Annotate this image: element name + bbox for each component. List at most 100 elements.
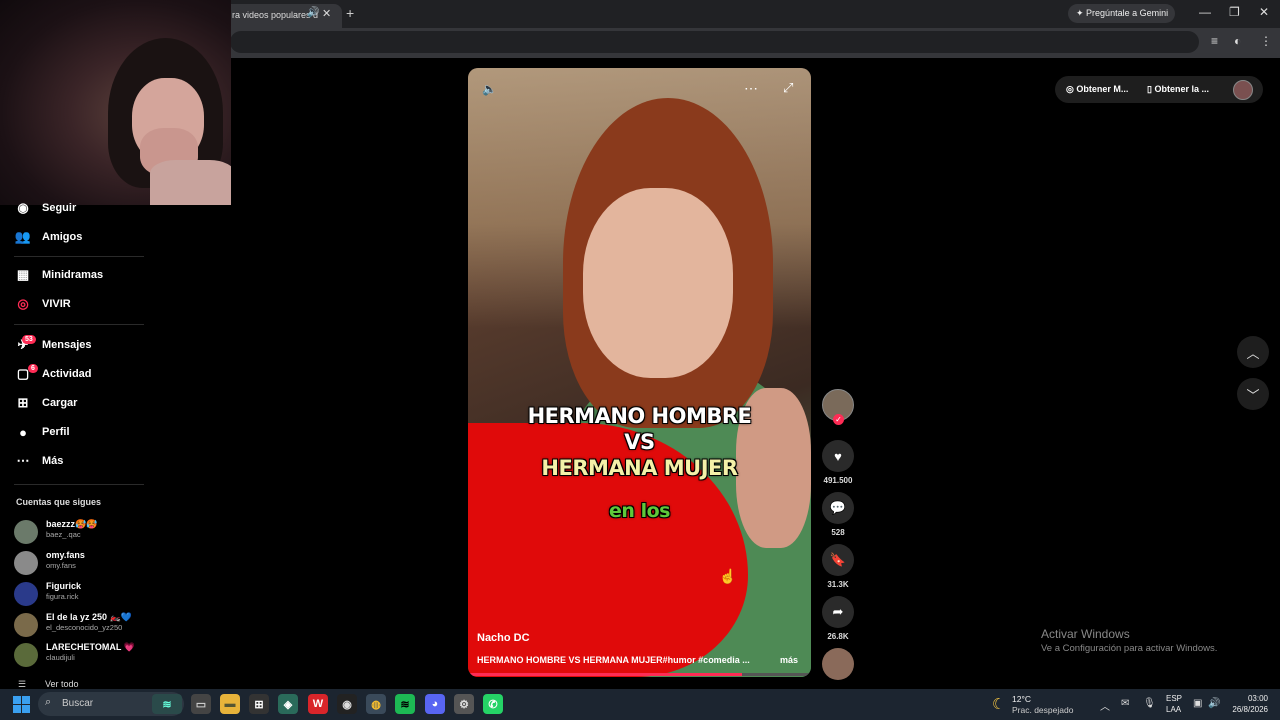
microsoft-store-icon[interactable]: ⊞ — [249, 694, 269, 714]
volume-icon[interactable]: 🔈 — [482, 82, 497, 96]
minimize-window-button[interactable]: — — [1199, 5, 1211, 19]
spotify-icon[interactable]: ≋ — [395, 694, 415, 714]
discord-icon[interactable]: ◕ — [425, 694, 445, 714]
search-highlight-icon[interactable]: ≋ — [152, 694, 182, 714]
account-avatar — [14, 613, 38, 637]
sidebar-item-label: Cargar — [42, 397, 78, 409]
get-app-button[interactable]: ◎ Obtener M... — [1066, 84, 1128, 95]
sidebar-item-label: Minidramas — [42, 269, 104, 281]
volume-tray-icon[interactable]: 🔊 — [1208, 698, 1220, 709]
wps-office-icon[interactable]: W — [308, 694, 328, 714]
microphone-icon[interactable]: 🎙 — [1143, 698, 1156, 709]
upload-icon: ⊞ — [17, 395, 29, 410]
video-player[interactable]: HERMANO HOMBRE VS HERMANA MUJER en los 🔈… — [468, 68, 811, 677]
sidebar-divider — [14, 324, 144, 325]
tab-audio-icon[interactable]: 🔊 — [307, 7, 319, 18]
sidebar-item-profile[interactable]: ● Perfil — [14, 422, 69, 442]
address-bar[interactable] — [230, 31, 1199, 53]
music-disc-icon[interactable] — [822, 648, 854, 680]
like-button[interactable]: ♥ — [822, 440, 854, 472]
profile-icon[interactable]: ◐ — [1234, 34, 1241, 48]
sidebar-item-activity[interactable]: ▢ Actividad — [14, 364, 92, 384]
sidebar-item-more[interactable]: ⋯ Más — [14, 451, 64, 471]
task-view-icon[interactable]: ▭ — [191, 694, 211, 714]
following-icon: ◉ — [17, 200, 29, 215]
following-accounts-title: Cuentas que sigues — [16, 497, 102, 507]
account-handle: figura.rick — [46, 592, 79, 601]
messages-badge: 53 — [22, 335, 36, 344]
account-handle: el_desconocido_yz250 — [46, 623, 123, 632]
get-mobile-label: Obtener la ... — [1154, 84, 1209, 94]
heart-icon: ♥ — [834, 448, 842, 464]
sidebar-item-live[interactable]: ◎ VIVIR — [14, 294, 70, 314]
app-icon: ◎ — [1066, 84, 1077, 94]
network-icon[interactable]: ▣ — [1193, 698, 1202, 709]
gemini-label: Pregúntale a Gemini — [1086, 8, 1169, 18]
settings-icon[interactable]: ⚙ — [454, 694, 474, 714]
gemini-icon: ✦ — [1076, 8, 1087, 18]
webcam-shirt — [150, 160, 231, 205]
video-face — [583, 188, 733, 378]
webcam-overlay — [0, 0, 231, 205]
user-avatar[interactable] — [1233, 80, 1253, 100]
account-handle: baez_.qac — [46, 530, 81, 539]
account-name: El de la yz 250 🏍️💙 — [46, 612, 132, 622]
follow-check-icon[interactable]: ✓ — [833, 414, 844, 425]
save-button[interactable]: 🔖 — [822, 544, 854, 576]
more-options-icon[interactable]: ⋯ — [744, 80, 758, 97]
sidebar-item-upload[interactable]: ⊞ Cargar — [14, 393, 78, 413]
share-icon: ➦ — [832, 604, 844, 619]
activity-badge: 6 — [28, 364, 38, 373]
account-name: omy.fans — [46, 550, 85, 560]
whatsapp-icon[interactable]: ✆ — [483, 694, 503, 714]
tray-app-icon[interactable]: ✉ — [1121, 698, 1129, 709]
live-icon: ◎ — [17, 296, 29, 311]
video-description: HERMANO HOMBRE VS HERMANA MUJER#humor #c… — [477, 655, 750, 665]
gemini-button[interactable]: ✦ Pregúntale a Gemini — [1068, 4, 1175, 23]
windows-start-icon[interactable] — [13, 696, 30, 713]
description-more-button[interactable]: más — [780, 655, 798, 665]
reading-list-icon[interactable]: ≡ — [1211, 34, 1218, 48]
video-author[interactable]: Nacho DC — [477, 632, 530, 644]
restore-window-button[interactable]: ❐ — [1229, 5, 1240, 19]
obs-icon[interactable]: ◉ — [337, 694, 357, 714]
copilot-icon[interactable]: ◈ — [278, 694, 298, 714]
account-avatar — [14, 520, 38, 544]
browser-menu-icon[interactable]: ⋮ — [1260, 34, 1272, 48]
clock-time[interactable]: 03:00 — [1236, 694, 1268, 703]
sidebar-item-label: Seguir — [42, 202, 77, 214]
close-window-button[interactable]: ✕ — [1259, 5, 1269, 19]
sidebar-divider — [14, 256, 144, 257]
sidebar-item-friends[interactable]: 👥 Amigos — [14, 227, 82, 247]
share-button[interactable]: ➦ — [822, 596, 854, 628]
account-name: baezzz🥵🥵 — [46, 519, 98, 529]
chrome-icon[interactable]: ◍ — [366, 694, 386, 714]
tab-close-icon[interactable]: ✕ — [322, 7, 331, 20]
tab-title: ra videos populares d — [232, 10, 319, 20]
new-tab-button[interactable]: + — [346, 5, 354, 21]
sidebar-item-label: Más — [42, 455, 64, 467]
next-video-button[interactable]: ﹀ — [1237, 378, 1269, 410]
see-all-link[interactable]: Ver todo — [45, 679, 79, 689]
weather-description[interactable]: Prac. despejado — [1012, 705, 1073, 715]
clock-date[interactable]: 26/8/2026 — [1228, 705, 1268, 714]
previous-video-button[interactable]: ︿ — [1237, 336, 1269, 368]
video-caption-line: HERMANO HOMBRE — [527, 404, 752, 428]
weather-temperature[interactable]: 12°C — [1012, 694, 1031, 704]
file-explorer-icon[interactable]: ▬ — [220, 694, 240, 714]
sidebar-item-label: Mensajes — [42, 339, 92, 351]
video-progress-fill — [468, 673, 743, 676]
fullscreen-icon[interactable]: ⤢ — [783, 80, 793, 96]
like-count: 491.500 — [823, 476, 853, 485]
keyboard-layout-indicator[interactable]: LAA — [1166, 705, 1181, 714]
sidebar-item-following[interactable]: ◉ Seguir — [14, 198, 76, 218]
weather-icon[interactable]: ☾ — [992, 695, 1005, 713]
sidebar-item-minidramas[interactable]: ▦ Minidramas — [14, 265, 103, 285]
tray-expand-icon[interactable]: ︿ — [1100, 698, 1110, 713]
comment-button[interactable]: 💬 — [822, 492, 854, 524]
get-mobile-button[interactable]: ▯ Obtener la ... — [1147, 84, 1209, 95]
activate-windows-title: Activar Windows — [1041, 627, 1130, 641]
comment-count: 528 — [831, 528, 845, 537]
language-indicator[interactable]: ESP — [1166, 694, 1182, 703]
friends-icon: 👥 — [14, 229, 32, 244]
